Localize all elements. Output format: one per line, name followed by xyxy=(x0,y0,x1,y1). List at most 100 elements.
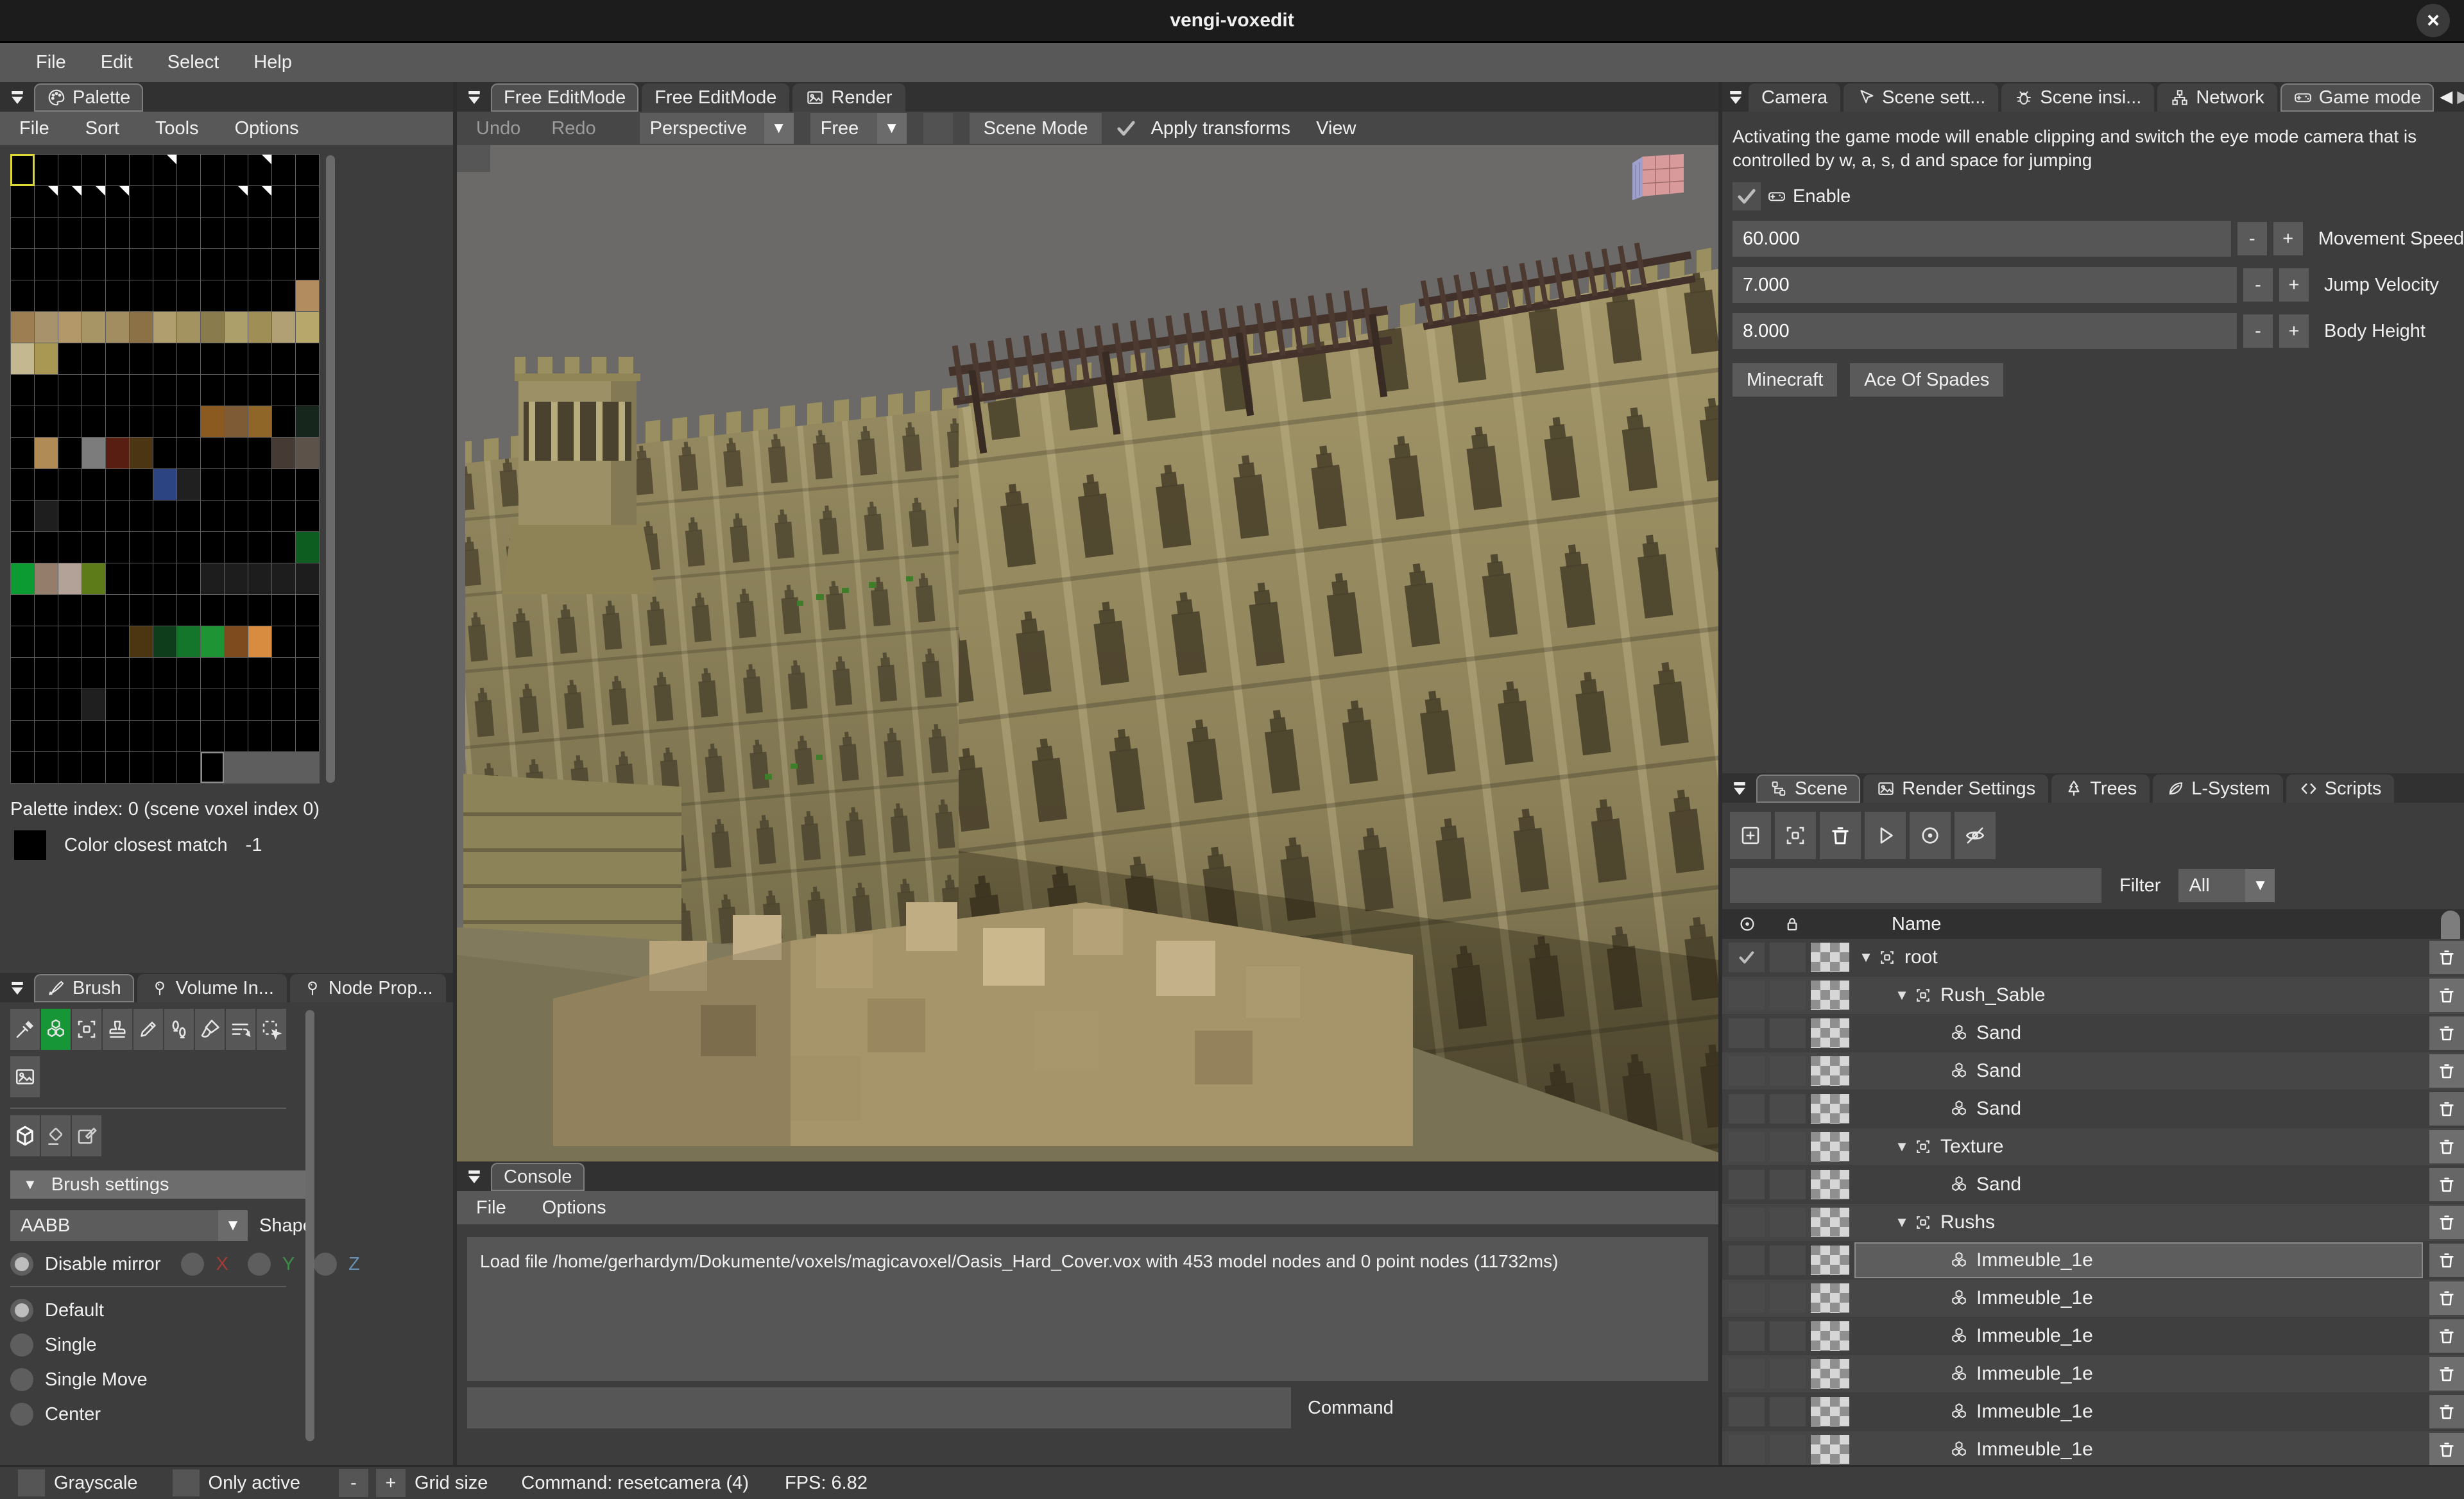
palette-cell[interactable] xyxy=(225,406,248,437)
tree-row[interactable]: Sand xyxy=(1722,1052,2464,1090)
palette-cell[interactable] xyxy=(272,249,295,280)
palette-cell[interactable] xyxy=(201,658,224,689)
lock-checkbox[interactable] xyxy=(1770,1056,1806,1086)
palette-cell[interactable] xyxy=(106,280,129,311)
redo-button[interactable]: Redo xyxy=(551,118,595,139)
palette-cell[interactable] xyxy=(11,469,34,500)
palette-cell[interactable] xyxy=(272,218,295,248)
palette-cell[interactable] xyxy=(177,752,200,783)
body-height-increase-button[interactable]: + xyxy=(2279,314,2309,348)
disable-mirror-radio[interactable] xyxy=(10,1253,33,1276)
brush-scrollbar[interactable] xyxy=(305,1010,314,1441)
collapse-brush-icon[interactable] xyxy=(4,974,31,1002)
palette-cell[interactable] xyxy=(272,563,295,594)
palette-cell[interactable] xyxy=(106,218,129,248)
palette-cell[interactable] xyxy=(58,155,81,185)
scene-mode-button[interactable]: Scene Mode xyxy=(970,113,1102,144)
palette-cell[interactable] xyxy=(296,721,319,751)
palette-cell[interactable] xyxy=(177,595,200,626)
palette-cell[interactable] xyxy=(82,689,105,720)
palette-cell[interactable] xyxy=(58,280,81,311)
palette-cell[interactable] xyxy=(130,689,153,720)
palette-cell[interactable] xyxy=(35,249,58,280)
palette-cell[interactable] xyxy=(153,312,176,343)
palette-cell[interactable] xyxy=(35,406,58,437)
palette-cell[interactable] xyxy=(130,563,153,594)
palette-cell[interactable] xyxy=(82,155,105,185)
collapse-editor-icon[interactable] xyxy=(461,83,488,112)
palette-cell[interactable] xyxy=(153,563,176,594)
palette-cell[interactable] xyxy=(272,343,295,374)
palette-cell[interactable] xyxy=(35,501,58,531)
tab-trees[interactable]: Trees xyxy=(2051,775,2150,803)
view-menu[interactable]: View xyxy=(1316,118,1356,139)
palette-cell[interactable] xyxy=(248,595,271,626)
palette-cell[interactable] xyxy=(58,689,81,720)
palette-cell[interactable] xyxy=(82,343,105,374)
delete-node-button[interactable] xyxy=(2429,1092,2464,1126)
palette-cell[interactable] xyxy=(153,595,176,626)
palette-cell[interactable] xyxy=(201,469,224,500)
node-color-swatch[interactable] xyxy=(1811,1018,1849,1048)
tree-row[interactable]: Immeuble_1e xyxy=(1722,1355,2464,1392)
filter-input[interactable] xyxy=(1730,868,2101,903)
jump-velocity-input[interactable]: 7.000 xyxy=(1733,267,2237,303)
tab-network[interactable]: Network xyxy=(2157,83,2277,112)
palette-cell[interactable] xyxy=(130,501,153,531)
palette-cell[interactable] xyxy=(201,532,224,563)
palette-cell[interactable] xyxy=(153,218,176,248)
palette-cell[interactable] xyxy=(177,626,200,657)
palette-cell[interactable] xyxy=(11,186,34,217)
palette-grid[interactable] xyxy=(10,154,320,784)
palette-cell[interactable] xyxy=(35,689,58,720)
palette-cell[interactable] xyxy=(177,532,200,563)
tree-row[interactable]: Sand xyxy=(1722,1090,2464,1127)
grayscale-checkbox[interactable] xyxy=(18,1469,45,1496)
palette-cell[interactable] xyxy=(82,186,105,217)
palette-cell[interactable] xyxy=(272,689,295,720)
lock-checkbox[interactable] xyxy=(1770,1208,1806,1237)
mode-single-move-radio[interactable] xyxy=(10,1368,33,1391)
tab-game-mode[interactable]: Game mode xyxy=(2280,83,2434,112)
palette-cell[interactable] xyxy=(130,658,153,689)
palette-cell[interactable] xyxy=(248,721,271,751)
apply-transforms-toggle[interactable]: Apply transforms xyxy=(1151,118,1290,139)
palette-cell[interactable] xyxy=(272,155,295,185)
enable-checkbox[interactable] xyxy=(1733,182,1761,210)
palette-cell[interactable] xyxy=(58,595,81,626)
palette-cell[interactable] xyxy=(153,186,176,217)
palette-cell[interactable] xyxy=(11,280,34,311)
palette-cell[interactable] xyxy=(82,312,105,343)
palette-cell[interactable] xyxy=(177,438,200,468)
palette-cell[interactable] xyxy=(296,626,319,657)
palette-cell[interactable] xyxy=(130,155,153,185)
palette-cell[interactable] xyxy=(201,626,224,657)
tool-texture-icon[interactable] xyxy=(10,1056,40,1097)
palette-cell[interactable] xyxy=(130,406,153,437)
movement-speed-decrease-button[interactable]: - xyxy=(2237,222,2267,255)
palette-cell[interactable] xyxy=(201,343,224,374)
tree-row[interactable]: ▼root xyxy=(1722,939,2464,976)
palette-cell[interactable] xyxy=(58,532,81,563)
mirror-z-radio[interactable] xyxy=(314,1253,337,1276)
palette-cell[interactable] xyxy=(11,343,34,374)
palette-cell[interactable] xyxy=(225,689,248,720)
palette-cell[interactable] xyxy=(248,658,271,689)
delete-node-button[interactable] xyxy=(2429,1395,2464,1428)
visibility-checkbox[interactable] xyxy=(1729,1170,1765,1199)
palette-cell[interactable] xyxy=(106,343,129,374)
tree-row[interactable]: ▼Rush_Sable xyxy=(1722,977,2464,1014)
palette-cell[interactable] xyxy=(58,469,81,500)
palette-cell[interactable] xyxy=(272,469,295,500)
palette-cell[interactable] xyxy=(177,343,200,374)
palette-cell[interactable] xyxy=(106,312,129,343)
palette-cell[interactable] xyxy=(248,438,271,468)
brush-settings-header[interactable]: ▼ Brush settings xyxy=(10,1170,313,1199)
palette-cell[interactable] xyxy=(35,343,58,374)
palette-cell[interactable] xyxy=(225,658,248,689)
palette-cell[interactable] xyxy=(106,155,129,185)
palette-cell[interactable] xyxy=(106,186,129,217)
visibility-checkbox[interactable] xyxy=(1729,1435,1765,1464)
palette-cell[interactable] xyxy=(153,532,176,563)
node-color-swatch[interactable] xyxy=(1811,1359,1849,1389)
